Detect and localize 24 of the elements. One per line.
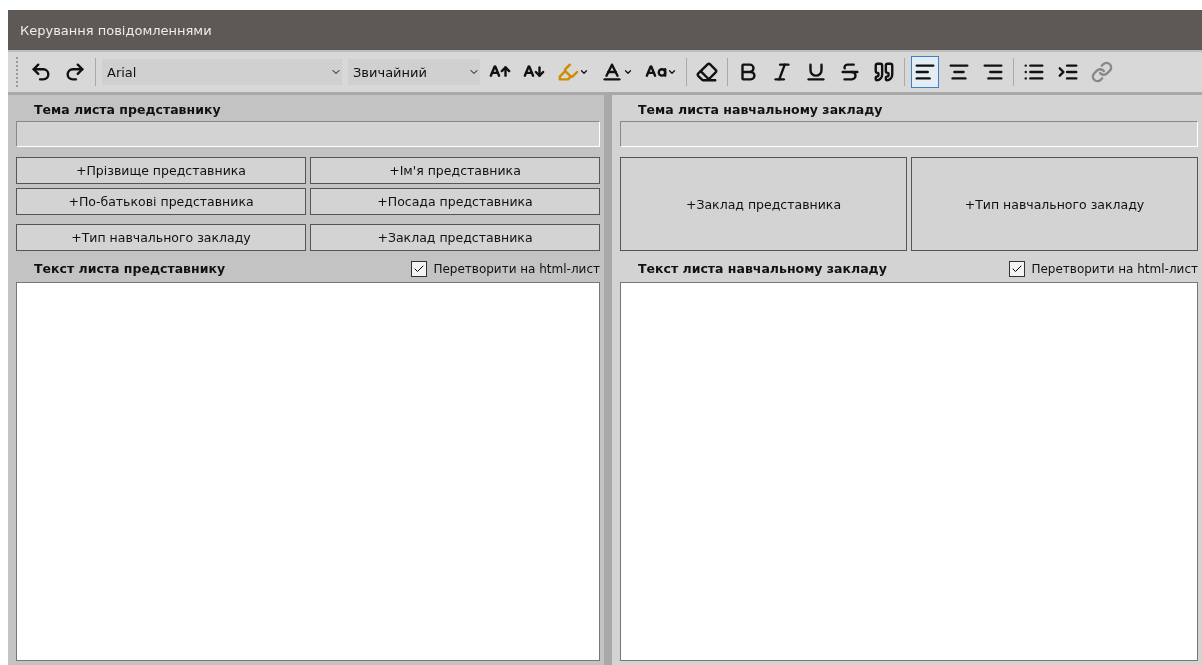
- insert-field-button[interactable]: +Тип навчального закладу: [911, 157, 1198, 251]
- insert-field-button[interactable]: +Заклад представника: [310, 224, 600, 251]
- subject-label: Тема листа навчальному закладу: [637, 101, 884, 119]
- text-label: Текст листа представнику: [33, 260, 226, 278]
- text-label: Текст листа навчальному закладу: [637, 260, 887, 278]
- checkbox[interactable]: [411, 261, 428, 277]
- insert-field-button[interactable]: +Тип навчального закладу: [16, 224, 306, 251]
- subject-label: Тема листа представнику: [33, 101, 222, 119]
- check-icon: [413, 263, 426, 275]
- align-left-icon[interactable]: [911, 56, 939, 88]
- checkbox-label: Перетворити на html-лист: [433, 262, 600, 276]
- subject-field[interactable]: [16, 121, 600, 147]
- insert-field-button[interactable]: +Ім'я представника: [310, 157, 600, 184]
- subject-field[interactable]: [620, 121, 1198, 147]
- checkbox[interactable]: [1009, 261, 1026, 277]
- insert-field-button[interactable]: +Прізвище представника: [16, 157, 306, 184]
- insert-field-button[interactable]: +По-батькові представника: [16, 188, 306, 215]
- check-icon: [1011, 263, 1024, 275]
- window-title: Керування повідомленнями: [20, 22, 212, 38]
- style-dropdown[interactable]: Звичайний: [348, 59, 480, 85]
- insert-field-button[interactable]: +Посада представника: [310, 188, 600, 215]
- checkbox-label: Перетворити на html-лист: [1031, 262, 1198, 276]
- font-dropdown[interactable]: Arial: [102, 59, 342, 85]
- insert-field-button[interactable]: +Заклад представника: [620, 157, 907, 251]
